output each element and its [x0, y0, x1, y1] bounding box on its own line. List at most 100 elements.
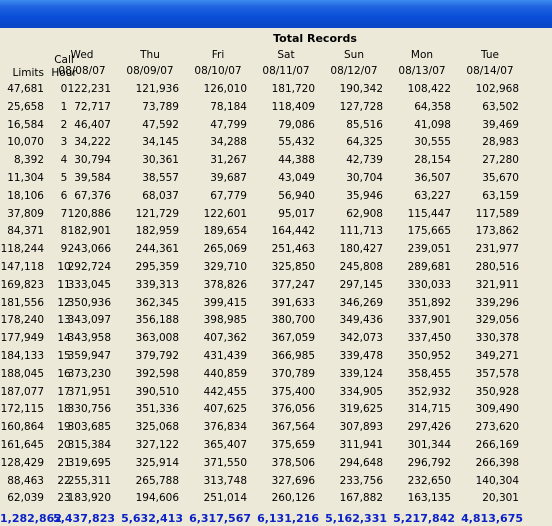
value-cell: 260,126	[271, 492, 315, 505]
value-cell: 325,914	[135, 456, 179, 469]
value-cell: 391,633	[271, 296, 315, 309]
limit-cell: 37,809	[7, 207, 44, 220]
value-cell: 115,447	[407, 207, 451, 220]
date-header: 08/08/07	[58, 65, 106, 77]
day-header: Sun	[344, 49, 364, 61]
value-cell: 64,325	[346, 136, 383, 149]
value-cell: 255,311	[67, 474, 111, 487]
value-cell: 342,073	[339, 332, 383, 345]
value-cell: 95,017	[278, 207, 315, 220]
value-cell: 367,059	[271, 332, 315, 345]
day-header: Wed	[70, 49, 94, 61]
limits-header: Limits	[12, 67, 45, 79]
value-cell: 350,936	[67, 296, 111, 309]
value-cell: 44,388	[278, 154, 315, 167]
value-cell: 349,436	[339, 314, 383, 327]
date-header: 08/11/07	[262, 65, 310, 77]
value-cell: 47,799	[210, 118, 247, 131]
value-cell: 358,455	[407, 367, 451, 380]
value-cell: 27,280	[482, 154, 519, 167]
limit-cell: 169,823	[0, 278, 44, 291]
limit-cell: 177,949	[0, 332, 44, 345]
value-cell: 330,378	[475, 332, 519, 345]
value-cell: 121,729	[135, 207, 179, 220]
date-header: 08/12/07	[330, 65, 378, 77]
value-cell: 333,045	[67, 278, 111, 291]
value-cell: 343,097	[67, 314, 111, 327]
value-cell: 327,122	[135, 439, 179, 451]
limit-cell: 88,463	[7, 474, 44, 487]
value-cell: 42,739	[346, 154, 383, 167]
limit-cell: 8,392	[13, 154, 44, 167]
value-cell: 371,550	[203, 456, 247, 469]
date-header: 08/09/07	[126, 65, 174, 77]
value-cell: 232,650	[407, 474, 451, 487]
value-cell: 313,748	[203, 474, 247, 487]
limit-cell: 187,077	[0, 385, 44, 398]
limit-cell: 178,240	[0, 314, 44, 327]
limit-cell: 62,039	[7, 492, 44, 505]
value-cell: 398,985	[203, 314, 247, 327]
value-cell: 315,384	[67, 439, 111, 451]
value-cell: 182,959	[135, 225, 179, 238]
value-cell: 325,850	[271, 261, 315, 273]
title-bar[interactable]	[0, 0, 552, 28]
value-cell: 30,361	[142, 154, 179, 167]
value-cell: 273,620	[475, 421, 519, 434]
value-cell: 297,145	[339, 278, 383, 291]
value-cell: 266,398	[475, 456, 519, 469]
value-cell: 239,051	[407, 243, 451, 256]
value-cell: 231,977	[475, 243, 519, 256]
limit-cell: 160,864	[0, 421, 44, 434]
value-cell: 30,555	[414, 136, 451, 149]
value-cell: 79,086	[278, 118, 315, 131]
value-cell: 36,507	[414, 172, 451, 184]
value-cell: 337,450	[407, 332, 451, 345]
value-cell: 41,098	[414, 118, 451, 131]
value-cell: 78,184	[210, 100, 247, 113]
value-cell: 301,344	[407, 439, 451, 451]
value-cell: 356,188	[135, 314, 179, 327]
limit-cell: 118,244	[0, 243, 44, 256]
value-cell: 108,422	[407, 83, 451, 95]
value-cell: 31,267	[210, 154, 247, 167]
value-cell: 233,756	[339, 474, 383, 487]
value-cell: 295,359	[135, 261, 179, 273]
value-cell: 378,826	[203, 278, 247, 291]
value-cell: 245,808	[339, 261, 383, 273]
value-cell: 399,415	[203, 296, 247, 309]
value-cell: 378,506	[271, 456, 315, 469]
value-cell: 194,606	[135, 492, 179, 505]
value-cell: 39,469	[482, 118, 519, 131]
value-cell: 314,715	[407, 403, 451, 416]
value-cell: 371,951	[67, 385, 111, 398]
value-cell: 359,947	[67, 350, 111, 362]
value-cell: 63,159	[482, 189, 519, 202]
value-cell: 39,584	[74, 172, 111, 184]
value-cell: 180,427	[339, 243, 383, 256]
value-cell: 167,882	[339, 492, 383, 505]
value-cell: 35,946	[346, 189, 383, 202]
day-total: 5,162,331	[325, 512, 387, 526]
records-grid: Total Records Limits Call Hour Wed 08/08/07 T…	[0, 28, 552, 525]
limit-cell: 188,045	[0, 367, 44, 380]
day-header: Sat	[277, 49, 295, 61]
value-cell: 39,687	[210, 172, 247, 184]
value-cell: 30,704	[346, 172, 383, 184]
value-cell: 266,169	[475, 439, 519, 451]
value-cell: 120,886	[67, 207, 111, 220]
day-total: 6,317,567	[189, 512, 251, 526]
value-cell: 334,905	[339, 385, 383, 398]
value-cell: 390,510	[135, 385, 179, 398]
value-cell: 330,033	[407, 278, 451, 291]
value-cell: 30,794	[74, 154, 111, 167]
value-cell: 294,648	[339, 456, 383, 469]
day-total: 4,813,675	[461, 512, 523, 526]
value-cell: 122,601	[203, 207, 247, 220]
value-cell: 72,717	[74, 100, 111, 113]
value-cell: 67,376	[74, 189, 111, 202]
value-cell: 244,361	[135, 243, 179, 256]
value-cell: 175,665	[407, 225, 451, 238]
value-cell: 321,911	[475, 278, 519, 291]
value-cell: 376,056	[271, 403, 315, 416]
